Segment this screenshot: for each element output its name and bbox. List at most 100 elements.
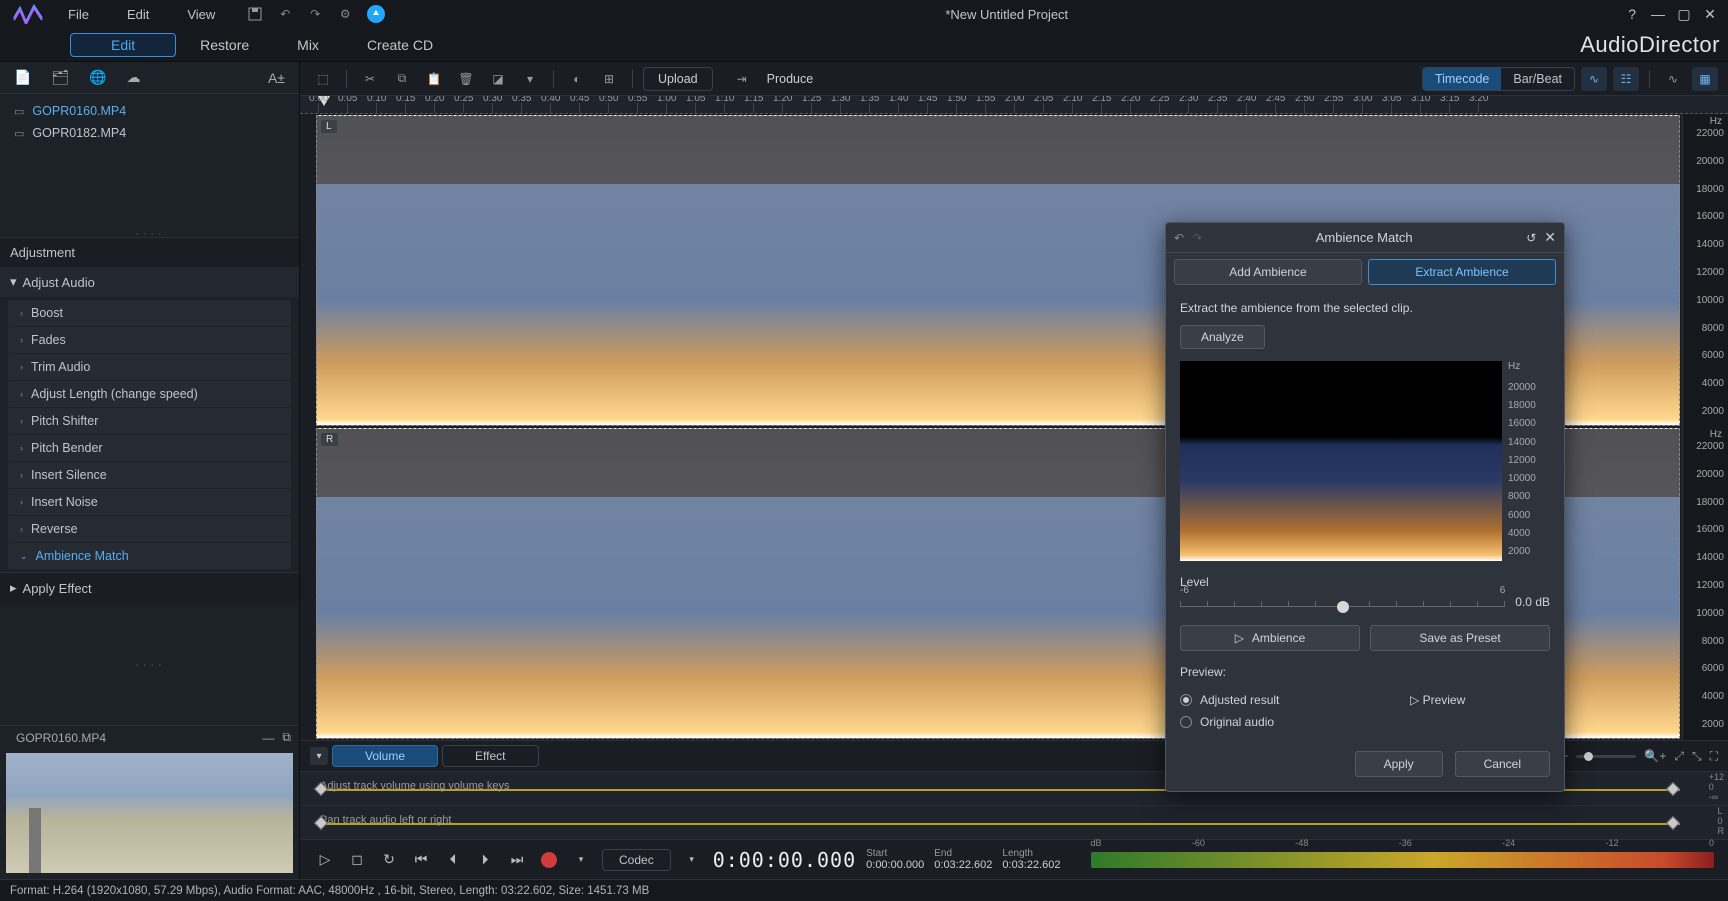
record-menu-icon[interactable]: ▾ [570, 849, 592, 871]
zoom-slider[interactable] [1576, 755, 1636, 758]
export-icon[interactable]: ⇥ [729, 67, 755, 91]
mode-edit[interactable]: Edit [70, 33, 176, 57]
dialog-undo-icon[interactable]: ↶ [1174, 231, 1184, 245]
adjust-item-boost[interactable]: ›Boost [8, 300, 291, 326]
codec-selector[interactable]: Codec [602, 849, 671, 871]
dialog-reset-icon[interactable]: ↺ [1526, 231, 1536, 245]
text-size-icon[interactable]: A± [268, 70, 285, 86]
view-spectrogram-icon[interactable]: ▦ [1692, 67, 1718, 91]
adjust-item-pitch-bender[interactable]: ›Pitch Bender [8, 435, 291, 461]
barbeat-option[interactable]: Bar/Beat [1501, 68, 1574, 90]
normalize-icon[interactable]: ▾ [517, 67, 543, 91]
zoom-in-icon[interactable]: 🔍+ [1644, 749, 1666, 763]
splitter-handle[interactable]: ● ● ● ● [0, 660, 299, 668]
brand-label: AudioDirector [1580, 32, 1720, 58]
mode-mix[interactable]: Mix [273, 33, 343, 57]
minimize-button[interactable]: — [1646, 3, 1670, 25]
copy-icon[interactable]: ⧉ [389, 67, 415, 91]
preview-minimize-icon[interactable]: — [262, 731, 274, 745]
crop-icon[interactable]: ◪ [485, 67, 511, 91]
menu-view[interactable]: View [169, 3, 233, 26]
mode-create-cd[interactable]: Create CD [343, 33, 457, 57]
select-tool-icon[interactable]: ⬚ [310, 67, 336, 91]
fade-icon[interactable]: ◐ [564, 67, 590, 91]
lane-tab-volume[interactable]: Volume [332, 745, 438, 767]
view-options-icon[interactable]: ☷ [1613, 67, 1639, 91]
redo-icon[interactable]: ↷ [307, 6, 323, 22]
close-button[interactable]: ✕ [1698, 3, 1722, 25]
cancel-button[interactable]: Cancel [1455, 751, 1550, 777]
pan-keyframe[interactable] [1666, 815, 1680, 829]
stop-button[interactable]: ◻ [346, 849, 368, 871]
save-icon[interactable] [247, 6, 263, 22]
level-slider-knob[interactable] [1337, 601, 1349, 613]
lane-expand-toggle[interactable]: ▾ [310, 747, 328, 765]
misc-tool-icon[interactable]: ⊞ [596, 67, 622, 91]
upload-button[interactable]: Upload [643, 67, 713, 91]
analyze-button[interactable]: Analyze [1180, 325, 1265, 349]
go-start-button[interactable]: ⏮ [410, 849, 432, 871]
radio-original-audio[interactable]: Original audio [1180, 715, 1394, 729]
adjust-item-reverse[interactable]: ›Reverse [8, 516, 291, 542]
video-thumbnail[interactable] [6, 753, 293, 873]
preview-popout-icon[interactable]: ⧉ [282, 730, 291, 745]
menu-edit[interactable]: Edit [109, 3, 167, 26]
apply-button[interactable]: Apply [1355, 751, 1443, 777]
help-icon[interactable]: ? [1628, 6, 1636, 22]
paste-icon[interactable]: 📋 [421, 67, 447, 91]
apply-effect-toggle[interactable]: ▸ Apply Effect [0, 572, 299, 603]
zoom-fit-v-icon[interactable]: ⤡ [1692, 749, 1702, 764]
go-end-button[interactable]: ⏭ [506, 849, 528, 871]
dialog-titlebar[interactable]: ↶ ↷ Ambience Match ↺ ✕ [1166, 223, 1564, 253]
adjust-audio-toggle[interactable]: ▾ Adjust Audio [0, 267, 299, 297]
dialog-tab-add[interactable]: Add Ambience [1174, 259, 1362, 285]
level-slider[interactable]: -66 [1180, 593, 1505, 611]
adjust-item-fades[interactable]: ›Fades [8, 327, 291, 353]
record-button[interactable] [538, 849, 560, 871]
save-preset-button[interactable]: Save as Preset [1370, 625, 1550, 651]
view-waveform-icon[interactable]: ∿ [1581, 67, 1607, 91]
adjust-item-pitch-shifter[interactable]: ›Pitch Shifter [8, 408, 291, 434]
import-folder-icon[interactable]: 🗂 [51, 69, 69, 86]
radio-adjusted-result[interactable]: Adjusted result [1180, 693, 1394, 707]
codec-dropdown-icon[interactable]: ▾ [681, 849, 703, 871]
notification-icon[interactable] [367, 5, 385, 23]
mode-restore[interactable]: Restore [176, 33, 273, 57]
delete-icon[interactable]: 🗑 [453, 67, 479, 91]
step-fwd-button[interactable]: ⏵ [474, 849, 496, 871]
dialog-tab-extract[interactable]: Extract Ambience [1368, 259, 1556, 285]
lane-tab-effect[interactable]: Effect [442, 745, 538, 767]
time-ruler[interactable]: 0:000:050:100:150:200:250:300:350:400:45… [300, 96, 1728, 114]
download-icon[interactable]: 🌐 [89, 69, 106, 86]
timecode-option[interactable]: Timecode [1423, 68, 1501, 90]
chevron-down-icon: ▾ [10, 274, 17, 290]
zoom-fit-h-icon[interactable]: ⤢ [1674, 749, 1684, 764]
undo-icon[interactable]: ↶ [277, 6, 293, 22]
ambience-play-button[interactable]: ▷ Ambience [1180, 625, 1360, 651]
preview-button[interactable]: ▷ Preview [1410, 693, 1550, 707]
pan-lane[interactable]: Pan track audio left or right L0R [300, 805, 1728, 839]
adjust-item-silence[interactable]: ›Insert Silence [8, 462, 291, 488]
import-file-icon[interactable]: 📄 [14, 69, 31, 86]
zoom-full-icon[interactable]: ⛶ [1710, 749, 1718, 764]
adjust-item-trim[interactable]: ›Trim Audio [8, 354, 291, 380]
adjust-item-noise[interactable]: ›Insert Noise [8, 489, 291, 515]
maximize-button[interactable]: ▢ [1672, 3, 1696, 25]
media-item[interactable]: ▭ GOPR0160.MP4 [8, 100, 291, 122]
dialog-redo-icon[interactable]: ↷ [1192, 231, 1202, 245]
step-back-button[interactable]: ⏴ [442, 849, 464, 871]
volume-keyframe[interactable] [1666, 781, 1680, 795]
media-item[interactable]: ▭ GOPR0182.MP4 [8, 122, 291, 144]
splitter-handle[interactable]: ● ● ● ● [0, 229, 299, 237]
menu-file[interactable]: File [50, 3, 107, 26]
adjust-item-ambience-match[interactable]: ⌄Ambience Match [8, 543, 291, 569]
view-mode-a-icon[interactable]: ∿ [1660, 67, 1686, 91]
loop-button[interactable]: ↻ [378, 849, 400, 871]
produce-button[interactable]: Produce [761, 68, 820, 90]
play-button[interactable]: ▷ [314, 849, 336, 871]
cloud-icon[interactable]: ☁ [127, 69, 141, 86]
dialog-close-button[interactable]: ✕ [1544, 229, 1556, 246]
settings-icon[interactable]: ⚙ [337, 6, 353, 22]
adjust-item-length[interactable]: ›Adjust Length (change speed) [8, 381, 291, 407]
cut-icon[interactable]: ✂ [357, 67, 383, 91]
